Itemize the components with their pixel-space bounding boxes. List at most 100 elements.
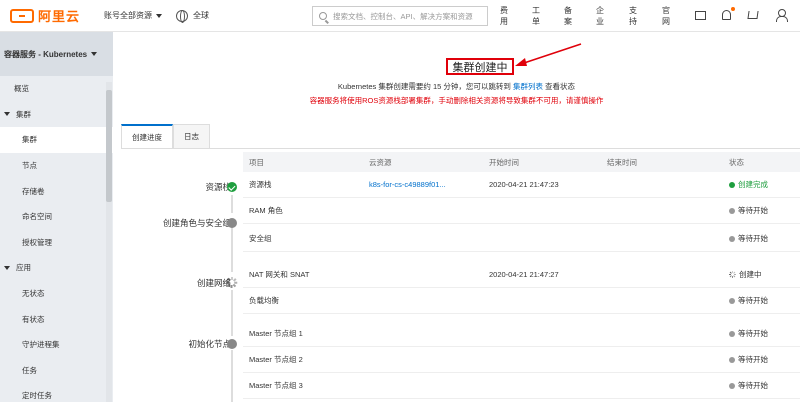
sidebar-item-label: 命名空间 xyxy=(22,212,52,222)
sidebar-item[interactable]: 节点 xyxy=(0,153,113,179)
aliyun-logo-icon xyxy=(10,8,34,23)
region-select[interactable]: 全球 xyxy=(176,9,209,23)
resource-select[interactable]: 账号全部资源 xyxy=(104,10,162,21)
sidebar-item-label: 概览 xyxy=(14,84,29,94)
sidebar-scrollbar-thumb[interactable] xyxy=(106,90,112,202)
timeline-connector xyxy=(231,350,233,402)
console-icon[interactable] xyxy=(695,11,706,20)
sidebar-item[interactable]: 授权管理 xyxy=(0,230,113,256)
cell-item: 安全组 xyxy=(249,234,272,243)
chevron-down-icon xyxy=(91,52,98,56)
tab-progress[interactable]: 创建进度 xyxy=(121,124,173,148)
cart-icon[interactable] xyxy=(747,11,759,19)
sidebar-item-label: 守护进程集 xyxy=(22,340,60,350)
logo-text: 阿里云 xyxy=(38,9,81,24)
table-row: 安全组 等待开始 xyxy=(243,226,800,252)
cell-item: Master 节点组 3 xyxy=(249,381,303,390)
sidebar-item-label: 集群 xyxy=(16,109,31,119)
bell-icon[interactable] xyxy=(722,10,731,20)
cell-item: 资源栈 xyxy=(249,180,272,189)
column-header-item: 项目 xyxy=(249,157,264,167)
status-text: 创建完成 xyxy=(738,180,768,189)
timeline-connector xyxy=(231,195,233,213)
sidebar-item-label: 定时任务 xyxy=(22,391,52,401)
nav-official-site[interactable]: 官网 xyxy=(662,5,670,27)
cell-item: Master 节点组 2 xyxy=(249,355,303,364)
stage-label: 资源栈 xyxy=(205,182,231,192)
nav-enterprise[interactable]: 企业 xyxy=(596,5,604,27)
sidebar-item-label: 无状态 xyxy=(22,289,45,299)
cluster-list-link[interactable]: 集群列表 xyxy=(513,82,543,91)
table-row: Master 节点组 1 等待开始 xyxy=(243,321,800,347)
loading-spinner-icon xyxy=(729,271,736,278)
sidebar-item-label: 授权管理 xyxy=(22,237,52,247)
table-row: RAM 角色 等待开始 xyxy=(243,198,800,224)
chevron-down-icon xyxy=(4,265,10,270)
stage-label: 初始化节点 xyxy=(188,339,231,349)
waiting-dot-icon xyxy=(227,218,237,228)
search-input[interactable]: 搜索文档、控制台、API、解决方案和资源 xyxy=(312,6,488,26)
cell-status: 等待开始 xyxy=(729,233,768,244)
sidebar-item[interactable]: 任务 xyxy=(0,358,113,384)
table-row: Master 节点组 2 等待开始 xyxy=(243,347,800,373)
info-text: Kubernetes 集群创建需要约 15 分钟，您可以跳转到 集群列表 查看状… xyxy=(113,81,800,92)
sidebar-item[interactable]: 无状态 xyxy=(0,281,113,307)
column-header-resource: 云资源 xyxy=(369,157,392,167)
stage-label: 创建网络 xyxy=(196,278,231,288)
chevron-down-icon xyxy=(4,112,10,117)
cell-resource[interactable]: k8s-for-cs-c49889f01... xyxy=(369,180,446,189)
progress-table: 项目 云资源 开始时间 结束时间 状态 资源栈 k8s-for-cs-c49889… xyxy=(243,152,800,399)
logo[interactable]: 阿里云 xyxy=(10,6,98,25)
resource-select-label: 账号全部资源 xyxy=(104,11,152,20)
cell-status: 等待开始 xyxy=(729,380,768,391)
nav-ticket[interactable]: 工单 xyxy=(532,5,540,27)
cell-status: 创建中 xyxy=(729,269,762,280)
page-title: 集群创建中 xyxy=(446,58,514,75)
nav-fee[interactable]: 费用 xyxy=(500,5,508,27)
sidebar-item[interactable]: 有状态 xyxy=(0,306,113,332)
timeline-connector xyxy=(231,227,233,272)
table-row: 负载均衡 等待开始 xyxy=(243,288,800,314)
tabs: 创建进度 日志 xyxy=(121,124,210,148)
sidebar-item-label: 节点 xyxy=(22,161,37,171)
sidebar-item[interactable]: 集群 xyxy=(0,127,113,153)
cell-start-time: 2020-04-21 21:47:23 xyxy=(489,180,559,189)
cell-status: 等待开始 xyxy=(729,328,768,339)
sidebar-title-text: 容器服务 - Kubernetes xyxy=(4,49,88,59)
cell-status: 等待开始 xyxy=(729,205,768,216)
sidebar-item[interactable]: 存储卷 xyxy=(0,178,113,204)
status-text: 等待开始 xyxy=(738,381,768,390)
stage-label: 创建角色与安全组 xyxy=(162,218,231,228)
sidebar-title[interactable]: 容器服务 - Kubernetes xyxy=(0,32,113,76)
nav-support[interactable]: 支持 xyxy=(629,5,637,27)
sidebar-item-label: 应用 xyxy=(16,263,31,273)
table-row: 资源栈 k8s-for-cs-c49889f01... 2020-04-21 21:… xyxy=(243,172,800,198)
sidebar-item[interactable]: 命名空间 xyxy=(0,204,113,230)
info-text-pre: Kubernetes 集群创建需要约 15 分钟，您可以跳转到 xyxy=(337,82,513,91)
cell-status: 等待开始 xyxy=(729,354,768,365)
globe-icon xyxy=(176,9,188,23)
warning-text: 容器服务将使用ROS资源栈部署集群，手动删除相关资源将导致集群不可用，请谨慎操作 xyxy=(309,96,604,105)
waiting-dot-icon xyxy=(729,235,735,242)
cell-item: 负载均衡 xyxy=(249,296,279,305)
status-text: 等待开始 xyxy=(738,206,768,215)
sidebar-menu: 概览 集群 集群 节点 存储卷 命名空间 授权管理 应用 无状态 有状态 守护进程集 任务 定时任务 xyxy=(0,76,113,402)
waiting-dot-icon xyxy=(729,297,735,304)
status-text: 等待开始 xyxy=(738,296,768,305)
sidebar-item[interactable]: 定时任务 xyxy=(0,383,113,402)
status-text: 等待开始 xyxy=(738,234,768,243)
table-row: Master 节点组 3 等待开始 xyxy=(243,373,800,399)
search-placeholder: 搜索文档、控制台、API、解决方案和资源 xyxy=(333,11,473,21)
sidebar-item[interactable]: 集群 xyxy=(0,102,113,128)
annotation-arrow-icon xyxy=(515,43,582,66)
sidebar-item[interactable]: 概览 xyxy=(0,76,113,102)
user-icon[interactable] xyxy=(776,9,788,22)
sidebar-item[interactable]: 守护进程集 xyxy=(0,332,113,358)
column-header-start-time: 开始时间 xyxy=(489,157,519,167)
sidebar-item[interactable]: 应用 xyxy=(0,255,113,281)
nav-icp[interactable]: 备案 xyxy=(564,5,572,27)
column-header-status: 状态 xyxy=(729,157,744,167)
cell-status: 创建完成 xyxy=(729,179,768,190)
waiting-dot-icon xyxy=(729,382,735,389)
tab-log[interactable]: 日志 xyxy=(173,124,210,148)
